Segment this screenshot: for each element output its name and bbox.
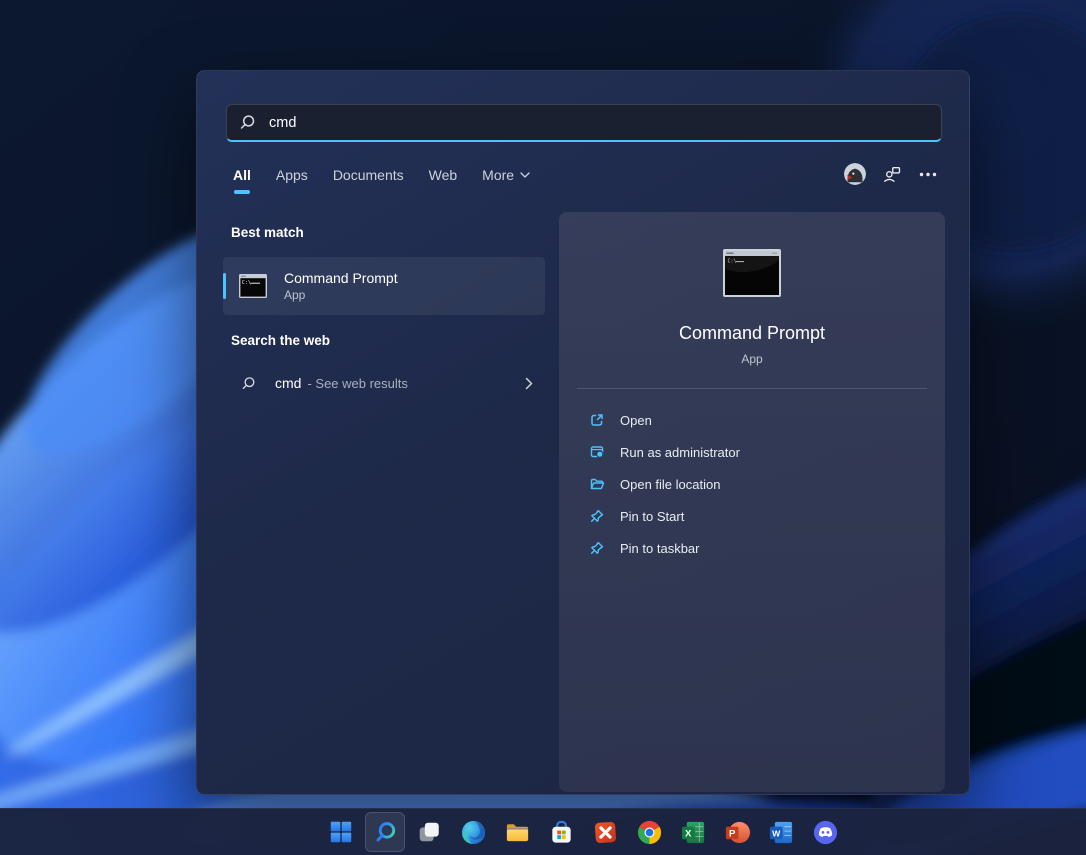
action-pin-to-start-label: Pin to Start (620, 509, 684, 524)
more-options-icon[interactable] (919, 172, 937, 177)
action-open-file-location[interactable]: Open file location (559, 470, 945, 498)
taskbar: X P W (0, 808, 1086, 855)
task-view-icon (416, 819, 442, 845)
best-match-texts: Command Prompt App (284, 270, 398, 302)
user-avatar[interactable] (844, 163, 866, 185)
file-explorer-icon (504, 819, 531, 846)
search-box[interactable] (226, 104, 942, 142)
active-tab-underline (234, 190, 250, 194)
tab-more-label: More (482, 167, 514, 183)
tab-more[interactable]: More (482, 167, 530, 194)
windows-start-icon (328, 819, 354, 845)
taskbar-excel-button[interactable]: X (673, 812, 713, 852)
action-pin-to-start[interactable]: Pin to Start (559, 502, 945, 530)
command-prompt-large-icon: C:\ (722, 248, 782, 298)
preview-type: App (741, 352, 762, 366)
divider (577, 388, 927, 389)
taskbar-items: X P W (321, 812, 845, 852)
preview-title: Command Prompt (679, 323, 825, 344)
excel-icon: X (680, 819, 707, 846)
search-web-label: Search the web (231, 333, 330, 348)
tab-all-label: All (233, 167, 251, 183)
taskbar-file-explorer-button[interactable] (497, 812, 537, 852)
svg-text:X: X (684, 828, 691, 839)
best-match-label: Best match (231, 225, 304, 240)
action-pin-to-taskbar[interactable]: Pin to taskbar (559, 534, 945, 562)
web-query: cmd (275, 375, 301, 391)
search-header-icons (844, 163, 937, 185)
result-type: App (284, 288, 398, 302)
taskbar-store-button[interactable] (541, 812, 581, 852)
search-input[interactable] (269, 115, 929, 131)
web-suffix: - See web results (307, 376, 407, 391)
selection-accent-bar (223, 273, 226, 299)
folder-icon (589, 476, 605, 492)
svg-text:C:\: C:\ (242, 280, 251, 286)
search-icon (372, 819, 399, 846)
web-search-result[interactable]: cmd - See web results (223, 361, 545, 405)
preview-pane: C:\ Command Prompt App Open (559, 212, 945, 792)
taskbar-search-button[interactable] (365, 812, 405, 852)
taskbar-start-button[interactable] (321, 812, 361, 852)
tab-documents[interactable]: Documents (333, 167, 404, 194)
pin-icon (589, 540, 605, 556)
search-icon (241, 376, 256, 391)
taskbar-powerpoint-button[interactable]: P (717, 812, 757, 852)
taskbar-chrome-button[interactable] (629, 812, 669, 852)
tab-all[interactable]: All (233, 167, 251, 194)
search-filter-tabs: All Apps Documents Web More (233, 167, 530, 194)
taskbar-word-button[interactable]: W (761, 812, 801, 852)
chevron-right-icon[interactable] (525, 377, 533, 390)
tab-documents-label: Documents (333, 167, 404, 183)
action-run-as-administrator-label: Run as administrator (620, 445, 740, 460)
taskbar-edge-button[interactable] (453, 812, 493, 852)
open-icon (589, 412, 605, 428)
search-icon (239, 114, 256, 131)
action-open[interactable]: Open (559, 406, 945, 434)
tab-apps-label: Apps (276, 167, 308, 183)
best-match-result[interactable]: C:\ Command Prompt App (223, 257, 545, 315)
svg-text:P: P (728, 828, 735, 839)
powerpoint-icon: P (724, 819, 751, 846)
run-as-administrator-icon (589, 444, 605, 460)
search-flyout: All Apps Documents Web More (196, 70, 970, 795)
svg-text:W: W (772, 828, 781, 838)
tab-apps[interactable]: Apps (276, 167, 308, 194)
tab-web-label: Web (429, 167, 458, 183)
word-icon: W (768, 819, 795, 846)
action-run-as-administrator[interactable]: Run as administrator (559, 438, 945, 466)
taskbar-discord-button[interactable] (805, 812, 845, 852)
action-pin-to-taskbar-label: Pin to taskbar (620, 541, 700, 556)
preview-actions: Open Run as administrator Open file (559, 406, 945, 566)
red-x-app-icon (592, 819, 619, 846)
desktop: All Apps Documents Web More (0, 0, 1086, 855)
tab-web[interactable]: Web (429, 167, 458, 194)
feedback-icon[interactable] (883, 165, 902, 184)
command-prompt-icon: C:\ (238, 272, 268, 300)
pin-icon (589, 508, 605, 524)
discord-icon (812, 819, 839, 846)
action-open-label: Open (620, 413, 652, 428)
taskbar-task-view-button[interactable] (409, 812, 449, 852)
taskbar-x-app-button[interactable] (585, 812, 625, 852)
result-title: Command Prompt (284, 270, 398, 286)
edge-browser-icon (460, 819, 487, 846)
chevron-down-icon (520, 172, 530, 178)
svg-text:C:\: C:\ (728, 259, 737, 265)
action-open-file-location-label: Open file location (620, 477, 720, 492)
microsoft-store-icon (548, 819, 575, 846)
chrome-browser-icon (636, 819, 663, 846)
